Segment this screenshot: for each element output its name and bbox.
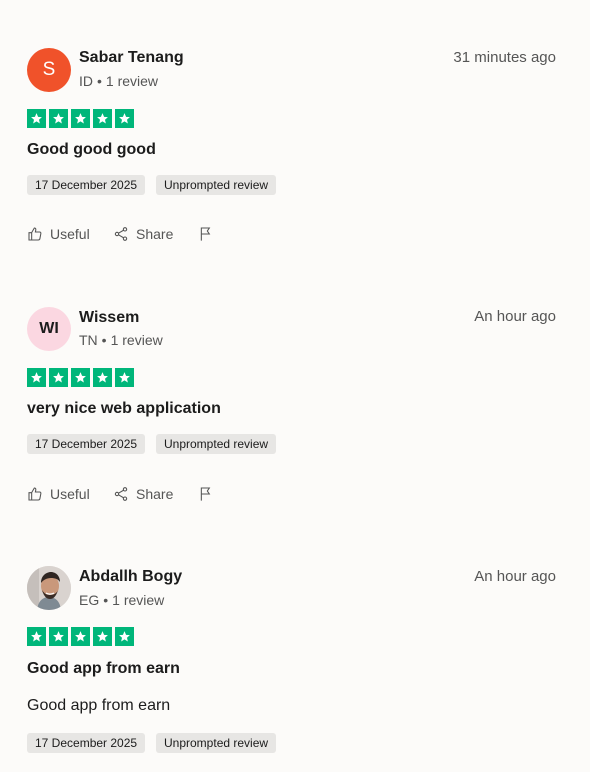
review-time: An hour ago [474,568,556,585]
review-date-badge: 17 December 2025 [27,434,146,454]
reviewer-name[interactable]: Wissem [79,309,139,327]
reviewer-review-count: 1 review [112,592,165,608]
reviewer-country: EG [79,592,100,608]
profile-photo-icon [27,566,71,610]
review-title[interactable]: Good app from earn [27,660,180,678]
star-rating [27,368,134,387]
star-icon [115,109,134,128]
star-icon [71,368,90,387]
flag-icon [200,487,211,501]
review-title[interactable]: Good good good [27,141,156,159]
share-button[interactable]: Share [113,226,173,242]
star-icon [93,627,112,646]
star-icon [115,368,134,387]
unprompted-badge[interactable]: Unprompted review [156,733,277,753]
reviewer-meta: EG • 1 review [79,592,165,608]
unprompted-badge[interactable]: Unprompted review [156,175,277,195]
flag-icon [200,227,211,241]
reviewer-review-count: 1 review [110,332,163,348]
avatar[interactable]: WI [27,307,71,351]
star-icon [93,109,112,128]
star-icon [49,368,68,387]
star-rating [27,627,134,646]
star-icon [27,368,46,387]
share-icon [114,227,128,241]
useful-label: Useful [50,486,90,502]
useful-button[interactable]: Useful [27,486,90,502]
star-icon [93,368,112,387]
reviewer-review-count: 1 review [105,73,159,89]
avatar[interactable]: S [27,48,71,92]
star-icon [71,109,90,128]
star-icon [49,109,68,128]
thumbs-up-icon [28,227,42,241]
star-icon [49,627,68,646]
share-label: Share [136,486,174,502]
star-icon [27,109,46,128]
review-time: An hour ago [474,308,556,325]
review-date-badge: 17 December 2025 [27,733,146,753]
thumbs-up-icon [28,487,42,501]
review-date-badge: 17 December 2025 [27,175,146,195]
review-time: 31 minutes ago [453,49,556,66]
review-body: Good app from earn [27,697,171,714]
reviewer-country: ID [79,73,93,89]
reviewer-country: TN [79,332,98,348]
share-label: Share [136,226,174,242]
star-icon [27,627,46,646]
avatar[interactable] [27,566,71,610]
avatar-initials: S [42,59,56,80]
star-icon [115,627,134,646]
reviewer-name[interactable]: Abdallh Bogy [79,568,182,586]
star-rating [27,109,134,128]
report-button[interactable] [198,486,214,507]
review-title[interactable]: very nice web application [27,400,221,418]
reviewer-name[interactable]: Sabar Tenang [79,49,184,67]
reviewer-meta: TN • 1 review [79,332,163,348]
share-icon [114,487,128,501]
useful-label: Useful [50,226,90,242]
unprompted-badge[interactable]: Unprompted review [156,434,277,454]
share-button[interactable]: Share [113,486,173,502]
avatar-initials: WI [39,320,59,337]
useful-button[interactable]: Useful [27,226,90,242]
star-icon [71,627,90,646]
reviewer-meta: ID • 1 review [79,73,159,89]
report-button[interactable] [198,226,214,247]
